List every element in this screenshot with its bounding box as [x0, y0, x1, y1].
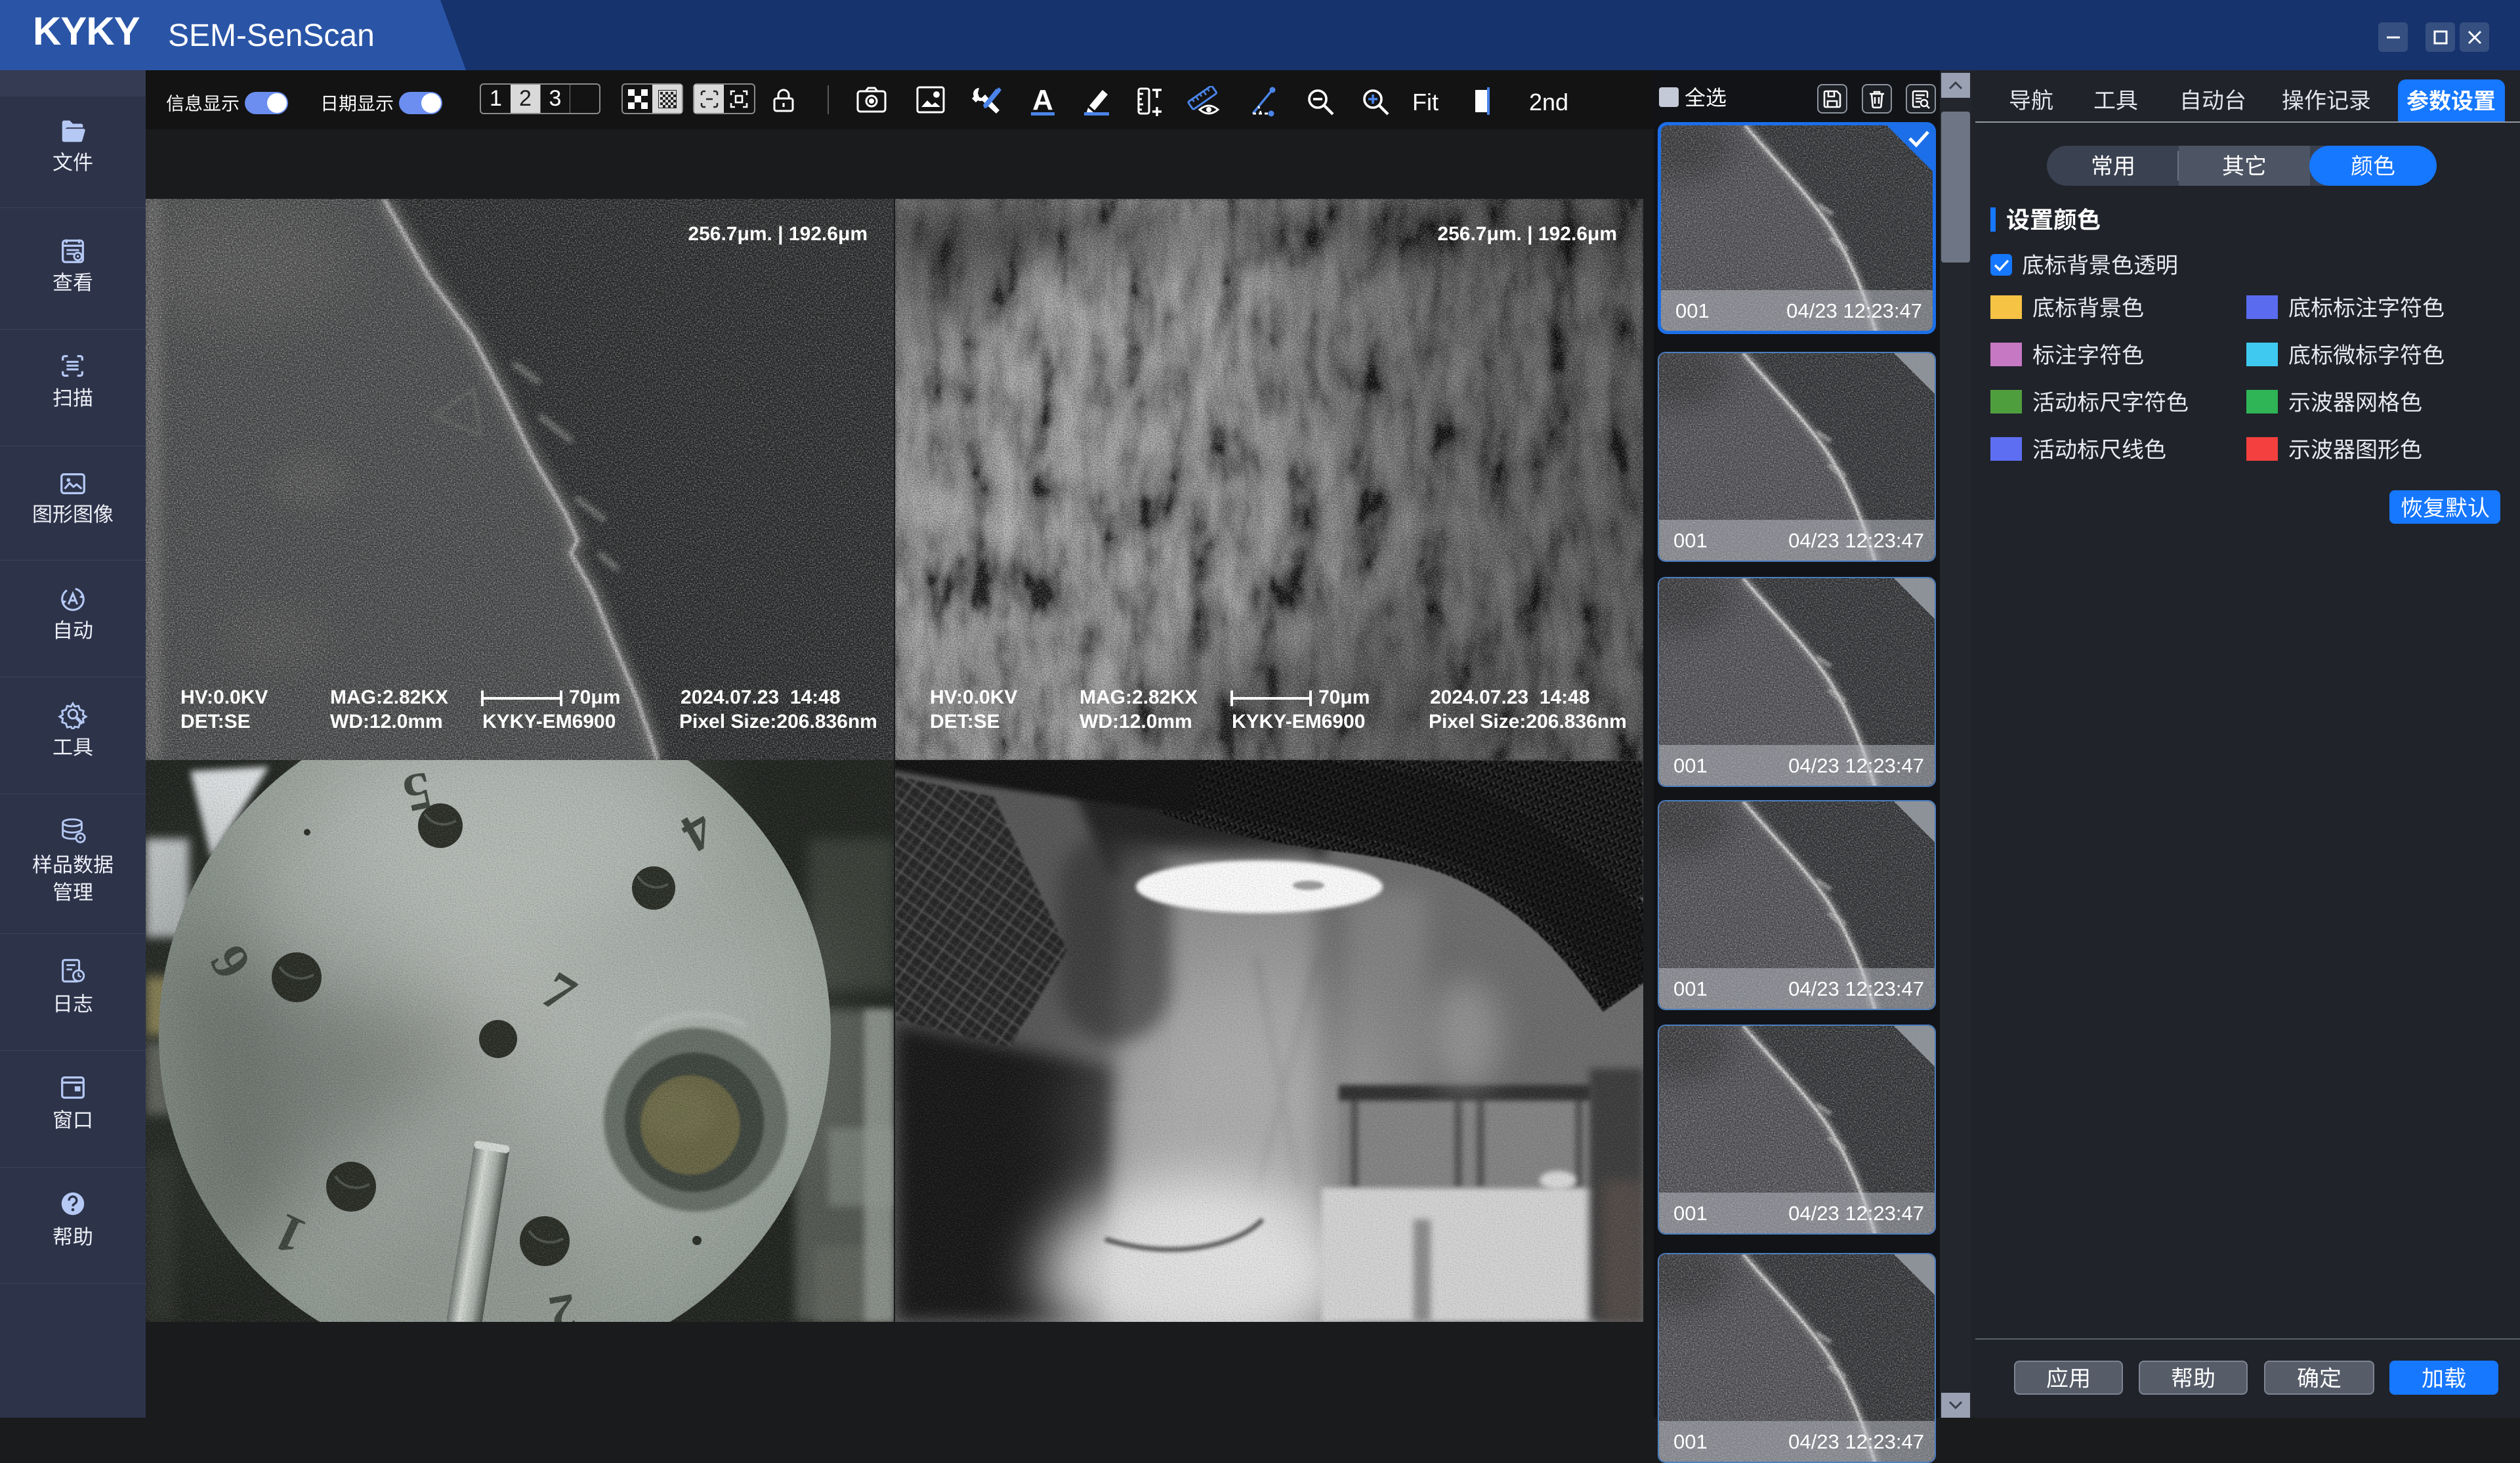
svg-text:A: A	[1032, 86, 1053, 116]
